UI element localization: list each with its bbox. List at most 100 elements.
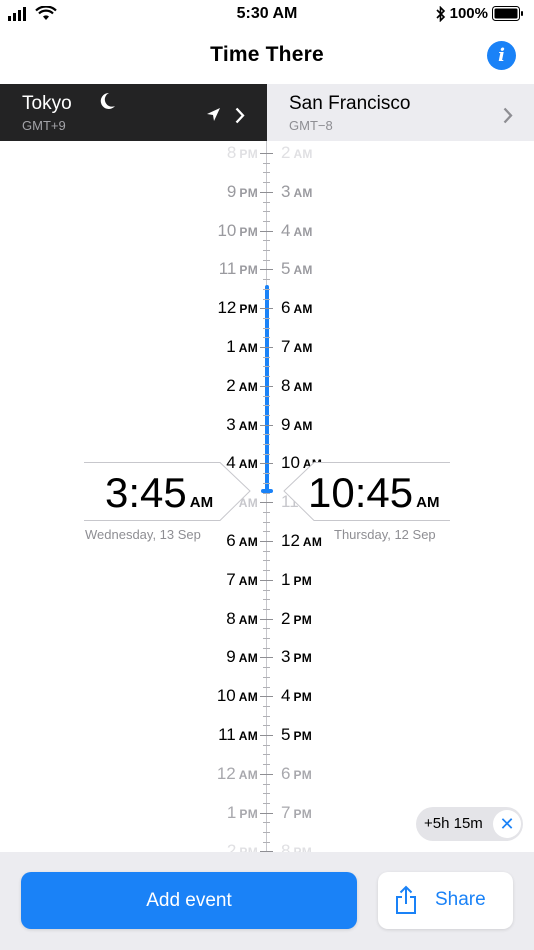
hour-label-right[interactable]: 6 PM bbox=[281, 764, 312, 784]
hour-label-left[interactable]: 8 PM bbox=[227, 143, 258, 163]
hour-label-right[interactable]: 6 AM bbox=[281, 298, 313, 318]
hour-label-left[interactable]: 10 AM bbox=[217, 686, 258, 706]
quarter-tick bbox=[263, 337, 270, 339]
close-icon[interactable]: ✕ bbox=[493, 810, 521, 838]
quarter-tick bbox=[263, 832, 270, 833]
hour-label-left[interactable]: 2 AM bbox=[226, 376, 258, 396]
hour-tick bbox=[260, 463, 273, 465]
quarter-tick bbox=[263, 647, 270, 649]
hour-label-right[interactable]: 1 PM bbox=[281, 570, 312, 590]
status-right: 100% bbox=[436, 5, 524, 22]
hour-tick bbox=[260, 579, 273, 581]
quarter-tick bbox=[263, 298, 270, 300]
current-time-pointer bbox=[261, 489, 273, 493]
quarter-tick bbox=[263, 259, 270, 261]
hour-label-left[interactable]: 12 AM bbox=[217, 764, 258, 784]
share-icon bbox=[396, 885, 416, 914]
hour-label-left[interactable]: 9 PM bbox=[227, 182, 258, 202]
quarter-tick bbox=[263, 531, 270, 533]
hour-label-left[interactable]: 11 PM bbox=[219, 259, 258, 279]
hour-tick bbox=[260, 541, 273, 542]
hour-label-left[interactable]: 2PM bbox=[227, 841, 258, 852]
quarter-tick bbox=[263, 638, 270, 639]
moon-icon bbox=[100, 92, 115, 109]
hour-tick bbox=[260, 735, 273, 736]
share-button[interactable]: Share bbox=[378, 872, 513, 929]
chevron-right-icon[interactable] bbox=[235, 107, 245, 124]
quarter-tick bbox=[263, 376, 270, 378]
quarter-tick bbox=[263, 288, 270, 290]
time-ruler[interactable]: 8 PM 2 AM 9 PM 3 AM 10 PM 4 AM 11 PM 5 AM 12 PM 6 AM 1 AM 7 AM 2… bbox=[0, 141, 534, 852]
hour-label-right[interactable]: 8PM bbox=[281, 841, 312, 852]
hour-tick bbox=[260, 269, 273, 271]
left-city-header[interactable]: Tokyo GMT+9 bbox=[0, 84, 267, 141]
hour-tick bbox=[260, 347, 273, 348]
hour-label-left[interactable]: 4 AM bbox=[226, 453, 258, 473]
hour-label-left[interactable]: 7 AM bbox=[226, 570, 258, 590]
hour-tick bbox=[260, 385, 273, 387]
hour-tick bbox=[260, 191, 273, 193]
quarter-tick bbox=[263, 744, 270, 746]
quarter-tick bbox=[263, 783, 270, 785]
quarter-tick bbox=[263, 434, 270, 436]
quarter-tick bbox=[263, 822, 270, 824]
hour-tick bbox=[260, 773, 273, 775]
nav-bar: Time There i bbox=[0, 28, 534, 84]
right-city-header[interactable]: San Francisco GMT−8 bbox=[267, 84, 534, 141]
quarter-tick bbox=[263, 628, 270, 630]
hour-label-right[interactable]: 9 AM bbox=[281, 415, 313, 435]
quarter-tick bbox=[263, 589, 270, 591]
quarter-tick bbox=[263, 220, 270, 222]
quarter-tick bbox=[263, 240, 270, 242]
hour-label-right[interactable]: 3 PM bbox=[281, 647, 312, 667]
hour-label-right[interactable]: 5 AM bbox=[281, 259, 313, 279]
page-title: Time There bbox=[210, 43, 324, 66]
hour-label-left[interactable]: 1 PM bbox=[227, 803, 258, 823]
left-city-name: Tokyo bbox=[22, 93, 72, 114]
quarter-tick bbox=[263, 317, 270, 319]
chevron-right-icon[interactable] bbox=[503, 107, 513, 124]
quarter-tick bbox=[263, 162, 270, 164]
hour-label-right[interactable]: 12 AM bbox=[281, 531, 322, 551]
hour-label-left[interactable]: 11 AM bbox=[218, 725, 258, 745]
quarter-tick bbox=[263, 705, 270, 707]
hour-label-right[interactable]: 4 AM bbox=[281, 221, 313, 241]
event-range-bar[interactable] bbox=[265, 285, 269, 491]
quarter-tick bbox=[263, 356, 270, 358]
quarter-tick bbox=[263, 414, 270, 416]
hour-label-left[interactable]: 6 AM bbox=[226, 531, 258, 551]
hour-tick bbox=[260, 424, 273, 426]
hour-label-right[interactable]: 7 PM bbox=[281, 803, 312, 823]
quarter-tick bbox=[263, 570, 270, 572]
hour-label-right[interactable]: 7 AM bbox=[281, 337, 313, 357]
hour-label-right[interactable]: 8 AM bbox=[281, 376, 313, 396]
hour-tick bbox=[260, 308, 273, 310]
hour-label-right[interactable]: 5 PM bbox=[281, 725, 312, 745]
right-city-name: San Francisco bbox=[289, 93, 411, 114]
hour-label-left[interactable]: 9 AM bbox=[226, 647, 258, 667]
hour-label-left[interactable]: 12 PM bbox=[217, 298, 258, 318]
hour-label-left[interactable]: 10 PM bbox=[217, 221, 258, 241]
hour-label-left[interactable]: 1 AM bbox=[226, 337, 258, 357]
hour-label-right[interactable]: 4 PM bbox=[281, 686, 312, 706]
hour-label-left[interactable]: 3 AM bbox=[226, 415, 258, 435]
quarter-tick bbox=[263, 395, 270, 397]
quarter-tick bbox=[263, 182, 270, 184]
hour-label-left[interactable]: 5 AM bbox=[226, 492, 258, 512]
quarter-tick bbox=[263, 764, 270, 766]
share-label: Share bbox=[435, 889, 486, 910]
hour-label-right[interactable]: 2 PM bbox=[281, 609, 312, 629]
add-event-button[interactable]: Add event bbox=[21, 872, 357, 929]
info-icon[interactable]: i bbox=[487, 41, 516, 70]
hour-label-right[interactable]: 3 AM bbox=[281, 182, 313, 202]
location-arrow-icon[interactable] bbox=[206, 107, 221, 122]
hour-label-right[interactable]: 2 AM bbox=[281, 143, 313, 163]
left-current-time: 3:45 AM bbox=[105, 469, 214, 516]
hour-tick bbox=[260, 657, 273, 659]
hour-label-left[interactable]: 8 AM bbox=[226, 609, 258, 629]
hour-tick bbox=[260, 153, 273, 154]
quarter-tick bbox=[263, 327, 270, 329]
quarter-tick bbox=[263, 279, 270, 281]
status-bar: 5:30 AM 100% bbox=[0, 0, 534, 28]
quarter-tick bbox=[263, 172, 270, 174]
